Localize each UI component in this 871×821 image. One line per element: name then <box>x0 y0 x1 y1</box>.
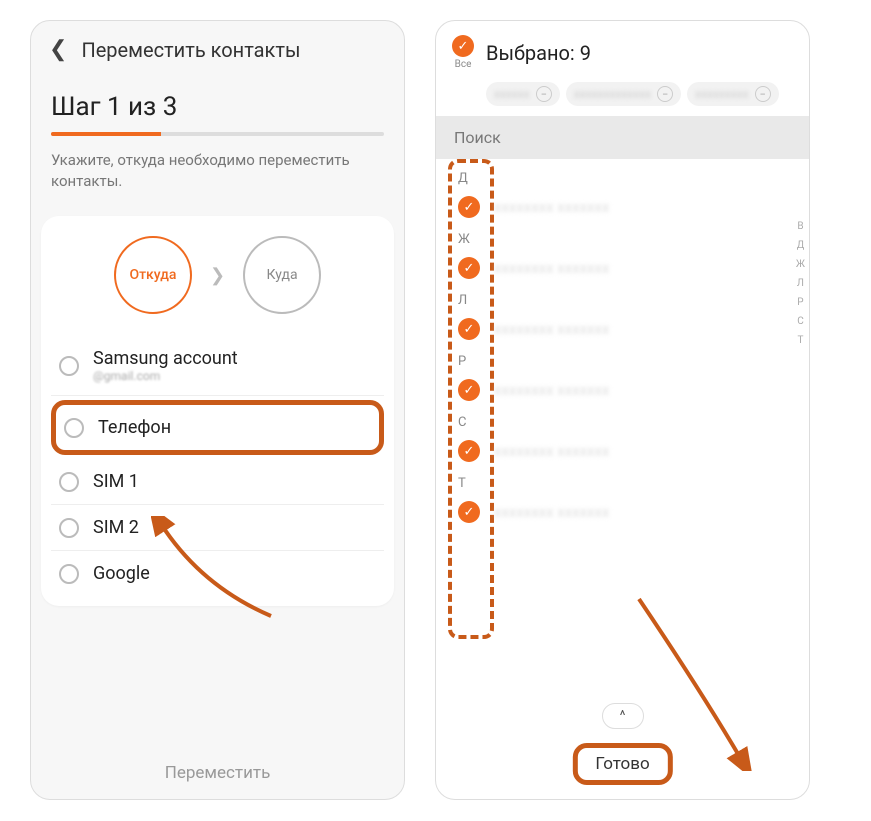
from-label: Откуда <box>129 267 176 283</box>
selected-count: Выбрано: 9 <box>486 41 591 65</box>
section-letter: Т <box>436 470 809 493</box>
check-icon[interactable]: ✓ <box>458 257 480 279</box>
remove-icon[interactable]: − <box>657 86 673 102</box>
select-all-toggle[interactable]: ✓ Все <box>452 35 474 70</box>
index-letter[interactable]: С <box>797 316 804 327</box>
check-icon[interactable]: ✓ <box>458 440 480 462</box>
section-letter: Л <box>436 287 809 310</box>
source-item[interactable]: Google <box>51 551 384 596</box>
source-list: Samsung account@gmail.com Телефон SIM 1 SIM… <box>51 336 384 596</box>
from-to-circles: Откуда ❯ Куда <box>51 236 384 314</box>
source-name: SIM 1 <box>93 471 376 492</box>
contact-name: xxxxxxxx xxxxxxx <box>494 381 795 399</box>
move-button[interactable]: Переместить <box>31 763 404 783</box>
chip-text: xxxxxxxxxxxxx <box>574 87 651 101</box>
section-letter: С <box>436 409 809 432</box>
contact-row[interactable]: ✓ xxxxxxxx xxxxxxx <box>436 249 809 287</box>
header: ❮ Переместить контакты <box>31 21 404 68</box>
index-letter[interactable]: В <box>797 221 803 232</box>
source-name: SIM 2 <box>93 517 376 538</box>
check-icon: ✓ <box>452 35 474 57</box>
remove-icon[interactable]: − <box>536 86 552 102</box>
selected-chip[interactable]: xxxxxxxxxxxxx− <box>566 82 681 106</box>
radio-icon[interactable] <box>59 356 79 376</box>
contact-name: xxxxxxxx xxxxxxx <box>494 442 795 460</box>
radio-icon[interactable] <box>59 472 79 492</box>
progress-fill <box>51 132 161 136</box>
check-icon[interactable]: ✓ <box>458 196 480 218</box>
contact-name: xxxxxxxx xxxxxxx <box>494 259 795 277</box>
instruction-text: Укажите, откуда необходимо переместить к… <box>31 150 404 216</box>
contact-row[interactable]: ✓ xxxxxxxx xxxxxxx <box>436 188 809 226</box>
source-item[interactable]: SIM 1 <box>51 459 384 505</box>
scroll-top-button[interactable]: ^ <box>602 703 644 729</box>
contact-row[interactable]: ✓ xxxxxxxx xxxxxxx <box>436 432 809 470</box>
index-letter[interactable]: Т <box>797 335 803 346</box>
to-label: Куда <box>267 267 298 283</box>
source-item[interactable]: Samsung account@gmail.com <box>51 336 384 396</box>
source-item[interactable]: SIM 2 <box>51 505 384 551</box>
source-name: Samsung account <box>93 348 376 369</box>
done-button[interactable]: Готово <box>572 743 672 785</box>
index-letter[interactable]: Л <box>797 278 804 289</box>
selected-chips: xxxxxx−xxxxxxxxxxxxx−xxxxxxxxx− <box>436 76 809 116</box>
source-item[interactable]: Телефон <box>51 400 384 455</box>
selection-header: ✓ Все Выбрано: 9 <box>436 21 809 76</box>
contact-row[interactable]: ✓ xxxxxxxx xxxxxxx <box>436 310 809 348</box>
from-circle[interactable]: Откуда <box>114 236 192 314</box>
chevron-right-icon: ❯ <box>210 265 225 286</box>
contact-name: xxxxxxxx xxxxxxx <box>494 503 795 521</box>
contact-name: xxxxxxxx xxxxxxx <box>494 198 795 216</box>
radio-icon[interactable] <box>59 518 79 538</box>
index-letter[interactable]: Р <box>797 297 803 308</box>
progress-bar <box>51 132 384 136</box>
selected-chip[interactable]: xxxxxx− <box>486 82 560 106</box>
select-all-label: Все <box>455 59 472 70</box>
check-icon[interactable]: ✓ <box>458 318 480 340</box>
contact-name: xxxxxxxx xxxxxxx <box>494 320 795 338</box>
section-letter: Д <box>436 165 809 188</box>
back-icon[interactable]: ❮ <box>49 37 67 62</box>
chip-text: xxxxxx <box>494 87 530 101</box>
contact-row[interactable]: ✓ xxxxxxxx xxxxxxx <box>436 371 809 409</box>
source-sub: @gmail.com <box>93 369 376 383</box>
section-letter: Р <box>436 348 809 371</box>
check-icon[interactable]: ✓ <box>458 379 480 401</box>
radio-icon[interactable] <box>64 418 84 438</box>
phone-left-move-contacts: ❮ Переместить контакты Шаг 1 из 3 Укажит… <box>30 20 405 800</box>
index-letter[interactable]: Ж <box>796 259 805 270</box>
check-icon[interactable]: ✓ <box>458 501 480 523</box>
phone-right-select-contacts: ✓ Все Выбрано: 9 xxxxxx−xxxxxxxxxxxxx−xx… <box>435 20 810 800</box>
index-letter[interactable]: Д <box>797 240 805 251</box>
source-name: Google <box>93 563 376 584</box>
step-title: Шаг 1 из 3 <box>31 68 404 132</box>
header-title: Переместить контакты <box>81 38 300 62</box>
source-name: Телефон <box>98 417 371 438</box>
chip-text: xxxxxxxxx <box>695 87 749 101</box>
to-circle[interactable]: Куда <box>243 236 321 314</box>
contacts-list: Д✓xxxxxxxx xxxxxxxЖ✓xxxxxxxx xxxxxxxЛ✓xx… <box>436 159 809 531</box>
contact-row[interactable]: ✓ xxxxxxxx xxxxxxx <box>436 493 809 531</box>
radio-icon[interactable] <box>59 564 79 584</box>
selected-chip[interactable]: xxxxxxxxx− <box>687 82 779 106</box>
source-card: Откуда ❯ Куда Samsung account@gmail.com Т… <box>41 216 394 606</box>
remove-icon[interactable]: − <box>755 86 771 102</box>
search-input[interactable]: Поиск <box>436 116 809 159</box>
section-letter: Ж <box>436 226 809 249</box>
alpha-index[interactable]: ВДЖЛРСТ <box>796 221 805 346</box>
